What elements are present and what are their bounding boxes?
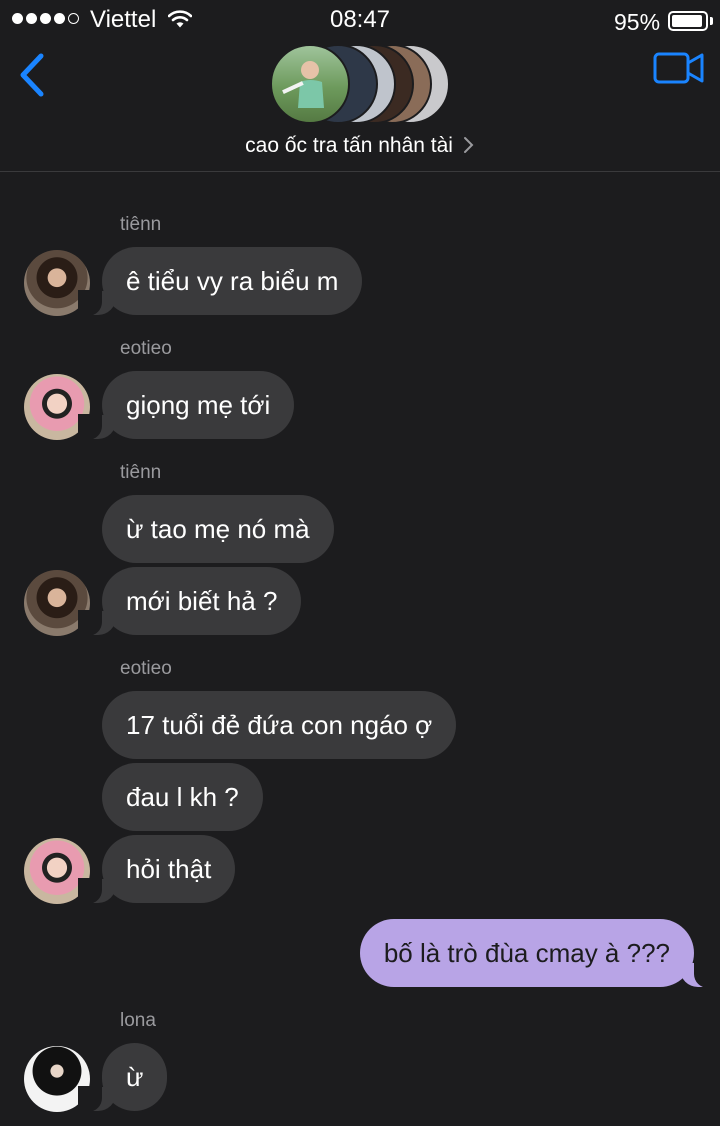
message-bubble[interactable]: mới biết hả ? bbox=[77, 567, 302, 636]
battery-icon bbox=[668, 11, 708, 31]
message-bubble[interactable]: ừ tao mẹ nó mà bbox=[102, 495, 334, 563]
message-bubble[interactable]: ừ bbox=[77, 1043, 168, 1112]
member-avatar bbox=[270, 44, 350, 124]
clock: 08:47 bbox=[329, 6, 391, 33]
sender-name: lona bbox=[120, 1010, 156, 1031]
message-bubble[interactable]: đau l kh ? bbox=[102, 763, 263, 831]
chevron-left-icon bbox=[20, 53, 44, 97]
chat-screen: Viettel 08:47 95% cao ốc tra tấn nhân tà… bbox=[0, 0, 720, 1126]
video-call-button[interactable] bbox=[652, 50, 706, 86]
sender-name: tiênn bbox=[120, 462, 162, 483]
group-name: cao ốc tra tấn nhân tài bbox=[245, 134, 453, 157]
header-divider bbox=[0, 171, 720, 172]
message-bubble[interactable]: giọng mẹ tới bbox=[77, 371, 295, 440]
group-title[interactable]: cao ốc tra tấn nhân tài bbox=[0, 134, 720, 158]
message-bubble[interactable]: hỏi thật bbox=[77, 835, 236, 904]
sender-name: eotieo bbox=[120, 338, 172, 359]
video-camera-icon bbox=[653, 52, 704, 84]
chevron-right-icon bbox=[463, 137, 474, 153]
message-bubble[interactable]: 17 tuổi đẻ đứa con ngáo ợ bbox=[102, 691, 457, 759]
battery-cap bbox=[710, 17, 713, 25]
status-bar: Viettel 08:47 95% bbox=[0, 0, 720, 42]
message-bubble[interactable]: ê tiểu vy ra biểu m bbox=[77, 247, 363, 316]
group-avatar-stack[interactable] bbox=[270, 44, 452, 126]
back-button[interactable] bbox=[14, 52, 50, 98]
sender-name: tiênn bbox=[120, 214, 162, 235]
battery-percent: 95% bbox=[614, 9, 661, 35]
sender-name: eotieo bbox=[120, 658, 172, 679]
outgoing-message-bubble[interactable]: bố là trò đùa cmay à ??? bbox=[359, 919, 719, 988]
